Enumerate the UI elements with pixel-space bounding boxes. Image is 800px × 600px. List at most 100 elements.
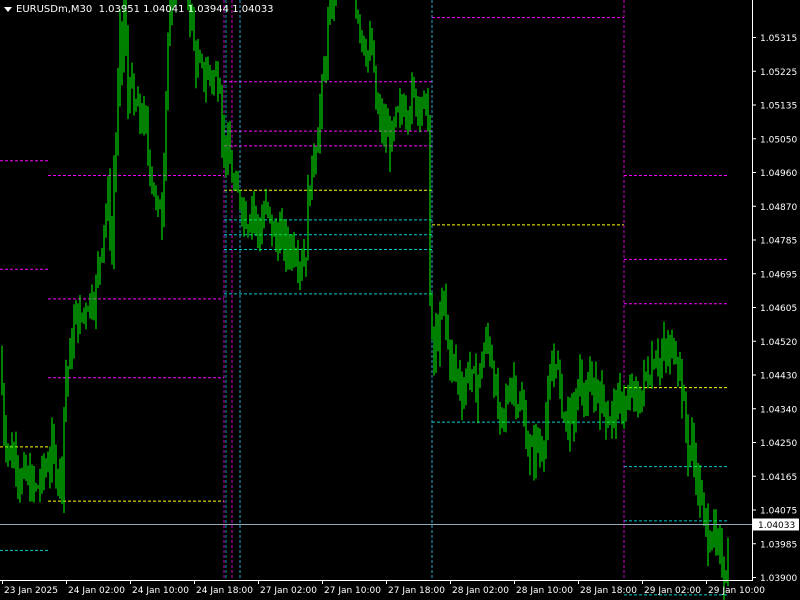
candle-body xyxy=(137,97,139,106)
candle-body xyxy=(511,382,513,397)
candle-body xyxy=(81,313,83,317)
candle-body xyxy=(119,22,121,89)
candle-body xyxy=(669,347,671,359)
candle-body xyxy=(83,309,85,317)
candle-body xyxy=(645,372,647,376)
candle-body xyxy=(61,464,63,492)
candle-body xyxy=(605,403,607,422)
candle-body xyxy=(435,330,437,358)
candle-body xyxy=(327,19,329,64)
candle-body xyxy=(375,67,377,107)
candle-body xyxy=(87,309,89,312)
candle-body xyxy=(631,391,633,393)
candle-body xyxy=(521,402,523,409)
candle-body xyxy=(547,394,549,421)
candle-body xyxy=(293,241,295,260)
chart-window[interactable]: 1.05315 1.05225 1.05135 1.05050 1.04960 1.048… xyxy=(0,0,800,600)
candle-body xyxy=(255,213,257,220)
candle-body xyxy=(665,343,667,352)
candle-body xyxy=(627,401,629,408)
candle-body xyxy=(543,446,545,453)
candle-body xyxy=(677,361,679,370)
candle-body xyxy=(129,85,131,104)
candle-body xyxy=(247,227,249,231)
candle-body xyxy=(489,341,491,359)
price-axis[interactable]: 1.05315 1.05225 1.05135 1.05050 1.04960 1.048… xyxy=(752,34,797,584)
candle-body xyxy=(167,37,169,97)
candle-body xyxy=(503,409,505,413)
candle-body xyxy=(527,446,529,454)
price-tick-label: 1.04785 xyxy=(760,237,797,247)
current-price-label: 1.04033 xyxy=(758,521,795,531)
candle-body xyxy=(509,396,511,398)
price-tick-label: 1.05225 xyxy=(760,68,797,78)
time-tick-label: 29 Jan 02:00 xyxy=(644,586,701,596)
candle-body xyxy=(317,138,319,153)
candle-body xyxy=(689,447,691,456)
candle-body xyxy=(207,68,209,79)
candle-body xyxy=(533,445,535,462)
candle-body xyxy=(201,61,203,63)
candle-body xyxy=(71,343,73,354)
candle-body xyxy=(109,188,111,237)
candle-body xyxy=(589,377,591,390)
candle-body xyxy=(573,405,575,420)
candle-body xyxy=(469,372,471,374)
candle-body xyxy=(143,109,145,127)
price-tick-label: 1.04520 xyxy=(760,338,797,348)
candle-body xyxy=(7,449,9,451)
candle-body xyxy=(67,368,69,380)
candle-body xyxy=(471,369,473,374)
candle-body xyxy=(565,411,567,413)
candle-body xyxy=(643,372,645,391)
candle-body xyxy=(1,358,3,393)
candle-body xyxy=(35,485,37,487)
candle-body xyxy=(315,152,317,164)
candle-body xyxy=(33,474,35,486)
candle-body xyxy=(595,381,597,401)
candle-body xyxy=(321,80,323,110)
candle-body xyxy=(545,420,547,447)
candle-body xyxy=(397,108,399,110)
candle-body xyxy=(57,477,59,481)
candle-body xyxy=(425,95,427,98)
candle-body xyxy=(211,75,213,83)
candle-body xyxy=(641,390,643,409)
candle-body xyxy=(393,122,395,127)
candle-body xyxy=(651,362,653,383)
candle-body xyxy=(75,303,77,324)
time-tick-label: 24 Jan 18:00 xyxy=(196,586,253,596)
candle-body xyxy=(685,399,687,431)
candle-body xyxy=(49,463,51,470)
candle-body xyxy=(253,202,255,214)
candle-body xyxy=(681,363,683,401)
candle-body xyxy=(483,348,485,367)
candle-body xyxy=(715,523,717,544)
candle-body xyxy=(199,59,201,62)
candle-body xyxy=(233,181,235,184)
candle-body xyxy=(85,309,87,312)
price-tick-label: 1.04250 xyxy=(760,439,797,449)
candle-body xyxy=(257,219,259,231)
time-tick-label: 27 Jan 18:00 xyxy=(388,586,445,596)
candle-body xyxy=(329,1,331,20)
candle-body xyxy=(367,51,369,60)
candle-body xyxy=(259,230,261,242)
candle-body xyxy=(551,372,553,382)
candle-body xyxy=(487,337,489,342)
candle-body xyxy=(395,108,397,123)
price-tick-label: 1.05050 xyxy=(760,135,797,145)
candle-body xyxy=(541,452,543,454)
candle-body xyxy=(567,411,569,436)
dropdown-triangle-icon[interactable] xyxy=(4,7,12,12)
candle-body xyxy=(17,465,19,478)
candle-body xyxy=(709,544,711,550)
candle-body xyxy=(285,235,287,253)
candle-body xyxy=(555,364,557,366)
candle-body xyxy=(675,360,677,362)
candle-body xyxy=(373,52,375,68)
candle-body xyxy=(379,109,381,113)
price-chart[interactable]: 1.05315 1.05225 1.05135 1.05050 1.04960 1.048… xyxy=(0,0,800,600)
time-axis[interactable]: 23 Jan 2025 24 Jan 02:00 24 Jan 10:00 24 Ja… xyxy=(2,580,766,596)
candle-body xyxy=(261,223,263,242)
